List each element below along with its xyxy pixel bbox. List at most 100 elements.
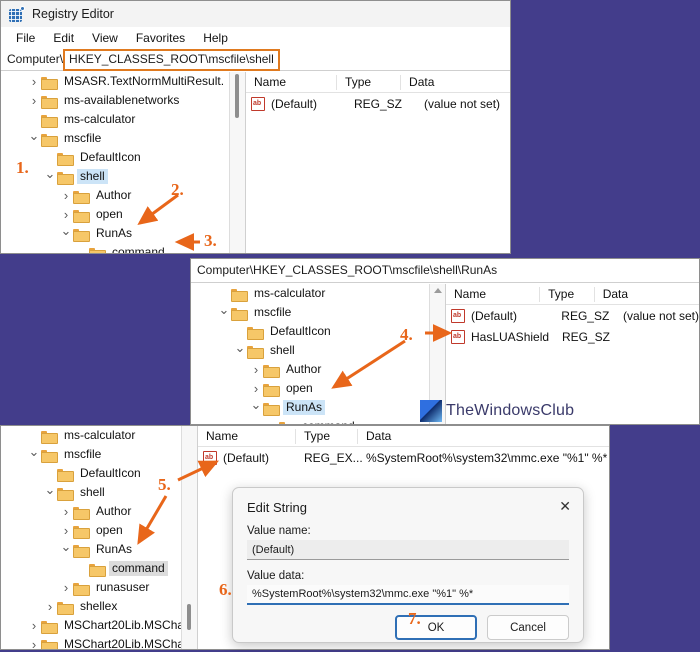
tree-item-command[interactable]: command <box>1 243 229 253</box>
tree-item-shellex[interactable]: shellex <box>1 597 181 616</box>
tree-item-open[interactable]: open <box>1 521 181 540</box>
scrollbar-thumb[interactable] <box>235 74 239 118</box>
column-header-name[interactable]: Name <box>446 286 541 302</box>
menu-item-favorites[interactable]: Favorites <box>127 29 194 47</box>
tree-item-label: Author <box>96 188 132 202</box>
thewindowsclub-logo-icon <box>420 400 442 422</box>
tree-item-mschart20lib-mschart-2[interactable]: MSChart20Lib.MSChart.2 <box>1 635 181 649</box>
tree-scrollbar-1[interactable] <box>229 72 245 253</box>
chevron-right-icon[interactable] <box>59 210 73 219</box>
chevron-right-icon[interactable] <box>27 621 41 630</box>
tree-item-defaulticon[interactable]: DefaultIcon <box>1 148 229 167</box>
chevron-down-icon[interactable] <box>249 405 263 411</box>
folder-icon <box>41 449 58 463</box>
chevron-right-icon[interactable] <box>249 365 263 374</box>
tree-item-label: DefaultIcon <box>80 466 141 480</box>
chevron-down-icon[interactable] <box>217 310 231 316</box>
chevron-right-icon[interactable] <box>59 191 73 200</box>
tree-scrollbar-3[interactable] <box>181 426 197 649</box>
list-header: Name Type Data <box>198 426 609 447</box>
column-header-type[interactable]: Type <box>540 286 595 302</box>
column-header-name[interactable]: Name <box>198 428 296 444</box>
tree-item-author[interactable]: Author <box>1 502 181 521</box>
tree-item-ms-availablenetworks[interactable]: ms-availablenetworks <box>1 91 229 110</box>
value-name: (Default) <box>223 450 270 465</box>
tree-item-runas[interactable]: RunAs <box>191 398 429 417</box>
tree-item-mscfile[interactable]: mscfile <box>1 445 181 464</box>
address-bar[interactable]: Computer\ HKEY_CLASSES_ROOT\mscfile\shel… <box>1 48 510 71</box>
column-header-name[interactable]: Name <box>246 74 338 90</box>
column-header-data[interactable]: Data <box>595 287 699 302</box>
menu-item-file[interactable]: File <box>7 29 44 47</box>
chevron-right-icon[interactable] <box>59 507 73 516</box>
menu-item-help[interactable]: Help <box>194 29 237 47</box>
tree-item-open[interactable]: open <box>1 205 229 224</box>
tree-item-defaulticon[interactable]: DefaultIcon <box>191 322 429 341</box>
scroll-up-arrow-icon[interactable] <box>434 288 442 293</box>
chevron-right-icon[interactable] <box>27 640 41 649</box>
column-header-data[interactable]: Data <box>401 75 510 90</box>
chevron-right-icon[interactable] <box>249 384 263 393</box>
tree-item-mscfile[interactable]: mscfile <box>191 303 429 322</box>
tree-item-shell[interactable]: shell <box>1 167 229 186</box>
value-row[interactable]: ab (Default) REG_SZ (value not set) <box>446 305 699 326</box>
tree-item-ms-calculator[interactable]: ms-calculator <box>191 284 429 303</box>
tree-item-ms-calculator[interactable]: ms-calculator <box>1 110 229 129</box>
value-row[interactable]: ab (Default) REG_EX... %SystemRoot%\system3… <box>198 447 609 468</box>
close-icon[interactable]: ✕ <box>559 499 571 513</box>
folder-icon <box>41 133 58 147</box>
chevron-right-icon[interactable] <box>43 602 57 611</box>
tree-item-runasuser[interactable]: runasuser <box>1 578 181 597</box>
chevron-right-icon[interactable] <box>59 526 73 535</box>
chevron-down-icon[interactable] <box>27 452 41 458</box>
value-data-input[interactable] <box>247 585 569 605</box>
tree-item-defaulticon[interactable]: DefaultIcon <box>1 464 181 483</box>
tree-item-mschart20lib-mschart[interactable]: MSChart20Lib.MSChart <box>1 616 181 635</box>
menu-item-edit[interactable]: Edit <box>44 29 83 47</box>
tree-item-command[interactable]: command <box>1 559 181 578</box>
column-header-data[interactable]: Data <box>358 429 598 444</box>
column-header-type[interactable]: Type <box>337 74 402 90</box>
chevron-down-icon[interactable] <box>233 348 247 354</box>
folder-icon <box>57 601 74 615</box>
tree-item-command[interactable]: command <box>191 417 429 424</box>
tree-item-open[interactable]: open <box>191 379 429 398</box>
dialog-title: Edit String <box>247 500 307 515</box>
scrollbar-thumb[interactable] <box>187 604 191 630</box>
values-list-1[interactable]: Name Type Data ab (Default) REG_SZ (value not … <box>246 72 510 253</box>
column-header-type[interactable]: Type <box>296 428 358 444</box>
value-row[interactable]: ab HasLUAShield REG_SZ <box>446 326 699 347</box>
chevron-down-icon[interactable] <box>59 231 73 237</box>
chevron-right-icon[interactable] <box>59 583 73 592</box>
chevron-down-icon[interactable] <box>43 174 57 180</box>
tree-item-shell[interactable]: shell <box>191 341 429 360</box>
folder-icon <box>279 421 296 424</box>
registry-tree-1[interactable]: MSASR.TextNormMultiResult. ms-availablene… <box>1 72 229 253</box>
tree-item-ms-calculator[interactable]: ms-calculator <box>1 426 181 445</box>
chevron-down-icon[interactable] <box>59 547 73 553</box>
registry-tree-2[interactable]: ms-calculator mscfile DefaultIcon shell Auth… <box>191 284 429 424</box>
tree-item-label: shellex <box>80 599 118 613</box>
menu-item-view[interactable]: View <box>83 29 127 47</box>
tree-item-runas[interactable]: RunAs <box>1 540 181 559</box>
tree-item-author[interactable]: Author <box>1 186 229 205</box>
registry-tree-3[interactable]: ms-calculator mscfile DefaultIcon shell Auth… <box>1 426 181 649</box>
folder-icon <box>73 544 90 558</box>
chevron-right-icon[interactable] <box>27 96 41 105</box>
folder-icon <box>41 430 58 444</box>
tree-item-runas[interactable]: RunAs <box>1 224 229 243</box>
chevron-right-icon[interactable] <box>27 77 41 86</box>
folder-icon <box>73 190 90 204</box>
address-bar-2[interactable]: Computer\HKEY_CLASSES_ROOT\mscfile\shell… <box>191 259 699 283</box>
value-row[interactable]: ab (Default) REG_SZ (value not set) <box>246 93 510 114</box>
tree-item-msasr-textnormmultiresult[interactable]: MSASR.TextNormMultiResult. <box>1 72 229 91</box>
tree-item-shell[interactable]: shell <box>1 483 181 502</box>
cancel-button[interactable]: Cancel <box>487 615 569 640</box>
folder-icon <box>41 95 58 109</box>
chevron-down-icon[interactable] <box>43 490 57 496</box>
tree-item-author[interactable]: Author <box>191 360 429 379</box>
value-data: (value not set) <box>622 308 699 323</box>
value-name-input[interactable] <box>247 540 569 560</box>
tree-item-mscfile[interactable]: mscfile <box>1 129 229 148</box>
chevron-down-icon[interactable] <box>27 136 41 142</box>
